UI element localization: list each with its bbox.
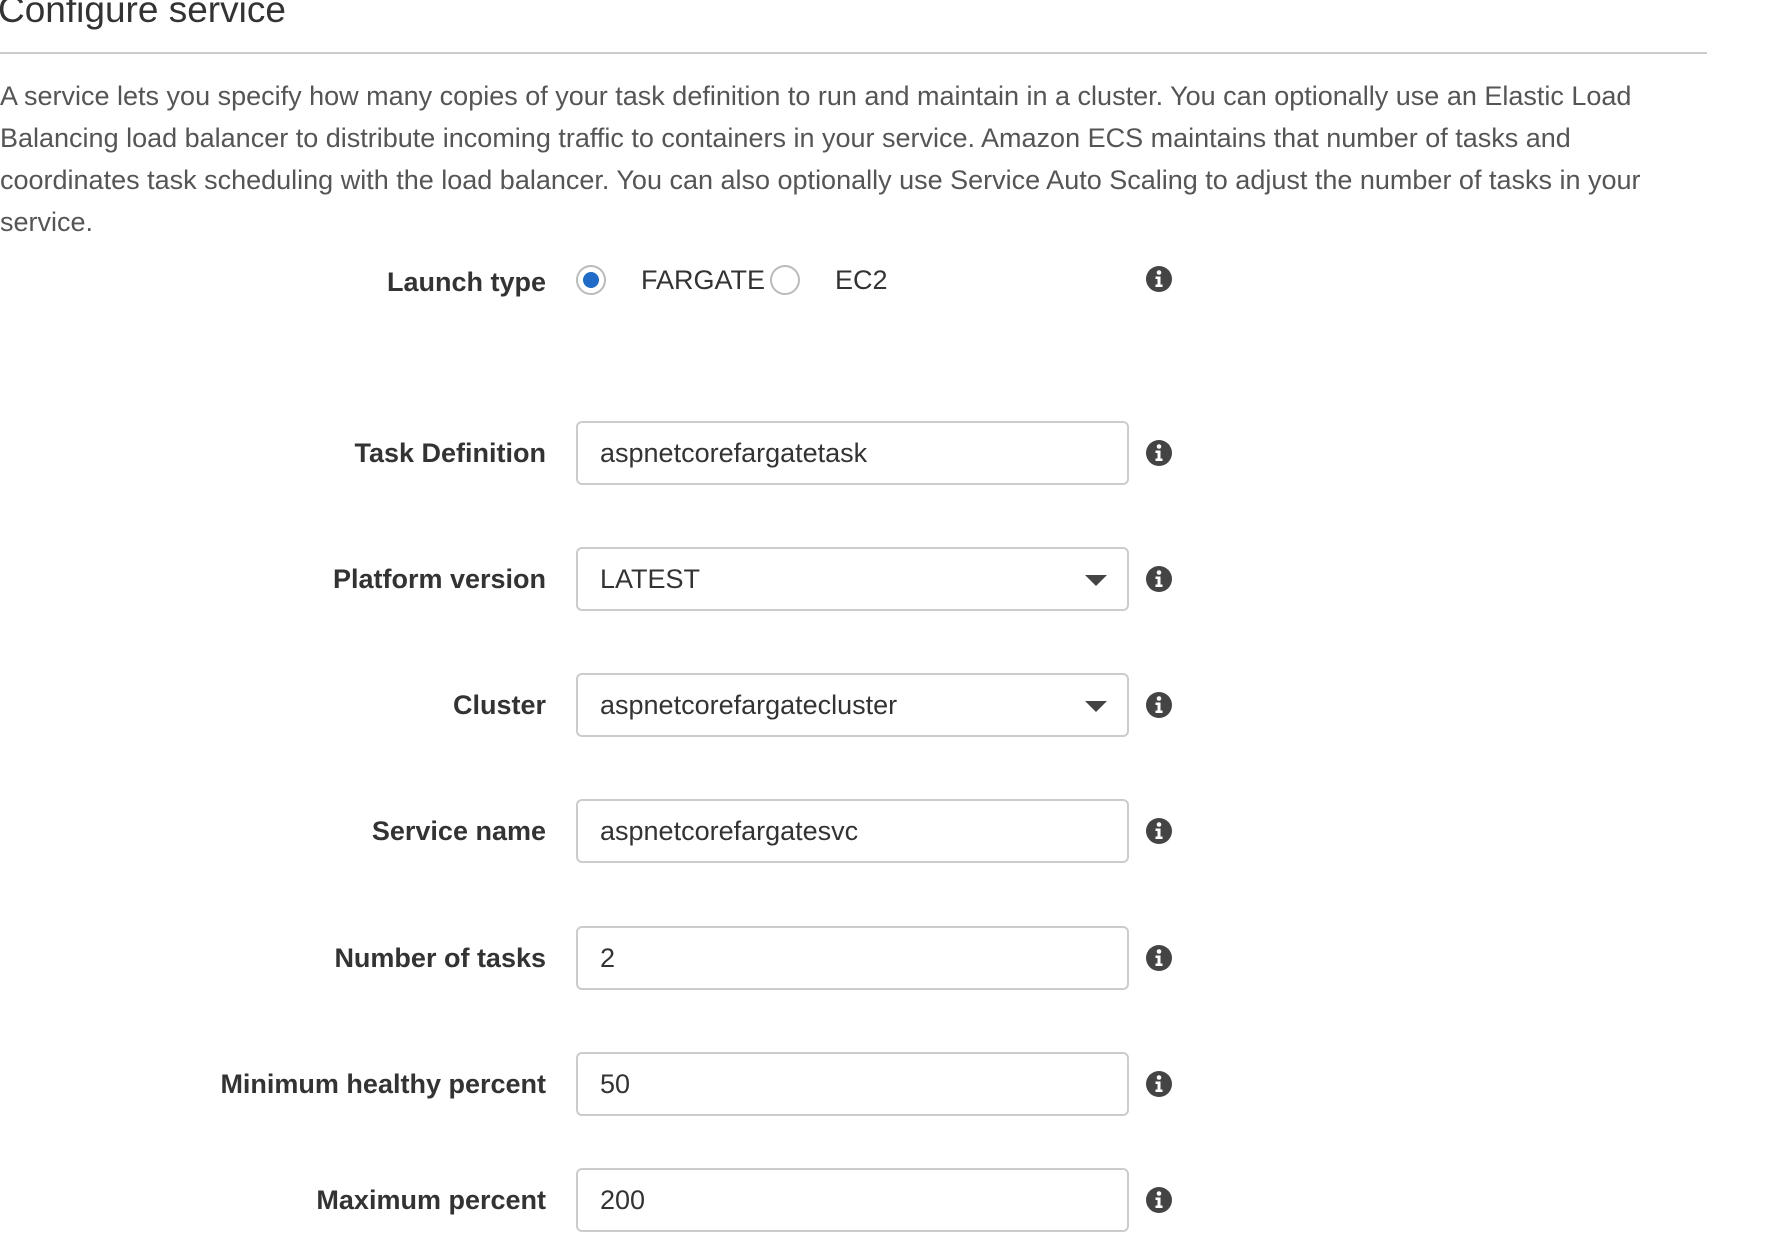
service-name-row: Service name: [0, 799, 1200, 863]
platform-version-row: Platform version LATEST: [0, 547, 1200, 611]
launch-type-fargate-radio[interactable]: [576, 265, 606, 295]
caret-down-icon: [1085, 575, 1107, 586]
maximum-percent-label: Maximum percent: [316, 1185, 546, 1215]
info-icon[interactable]: [1145, 691, 1173, 719]
task-definition-row: Task Definition: [0, 421, 1200, 485]
minimum-healthy-percent-input[interactable]: [576, 1052, 1129, 1116]
maximum-percent-input[interactable]: [576, 1168, 1129, 1232]
info-icon[interactable]: [1145, 944, 1173, 972]
service-name-input[interactable]: [576, 799, 1129, 863]
cluster-value: aspnetcorefargatecluster: [600, 690, 898, 720]
launch-type-label: Launch type: [386, 267, 546, 297]
cluster-row: Cluster aspnetcorefargatecluster: [0, 673, 1200, 737]
info-icon[interactable]: [1145, 1186, 1173, 1214]
title-divider: [0, 52, 1707, 54]
info-icon[interactable]: [1145, 817, 1173, 845]
platform-version-value: LATEST: [600, 564, 701, 594]
task-definition-label: Task Definition: [354, 438, 546, 468]
info-icon[interactable]: [1145, 265, 1173, 293]
task-definition-input[interactable]: [576, 421, 1129, 485]
minimum-healthy-percent-label: Minimum healthy percent: [220, 1069, 546, 1099]
launch-type-ec2-radio[interactable]: [770, 265, 800, 295]
launch-type-fargate-label[interactable]: FARGATE: [641, 250, 765, 310]
caret-down-icon: [1085, 701, 1107, 712]
maximum-percent-row: Maximum percent: [0, 1168, 1200, 1232]
page-description: A service lets you specify how many copi…: [0, 81, 1641, 237]
number-of-tasks-label: Number of tasks: [334, 943, 546, 973]
service-name-label: Service name: [371, 816, 546, 846]
info-icon[interactable]: [1145, 565, 1173, 593]
page-title: Configure service: [0, 0, 286, 30]
info-icon[interactable]: [1145, 1070, 1173, 1098]
configure-service-page: Configure service A service lets you spe…: [0, 0, 1774, 1234]
minimum-healthy-percent-row: Minimum healthy percent: [0, 1052, 1200, 1116]
number-of-tasks-row: Number of tasks: [0, 926, 1200, 990]
platform-version-label: Platform version: [332, 564, 546, 594]
info-icon[interactable]: [1145, 439, 1173, 467]
cluster-select[interactable]: aspnetcorefargatecluster: [576, 673, 1129, 737]
number-of-tasks-input[interactable]: [576, 926, 1129, 990]
launch-type-row: Launch type FARGATE EC2: [0, 250, 1200, 314]
platform-version-select[interactable]: LATEST: [576, 547, 1129, 611]
launch-type-ec2-label[interactable]: EC2: [835, 250, 888, 310]
cluster-label: Cluster: [452, 690, 546, 720]
